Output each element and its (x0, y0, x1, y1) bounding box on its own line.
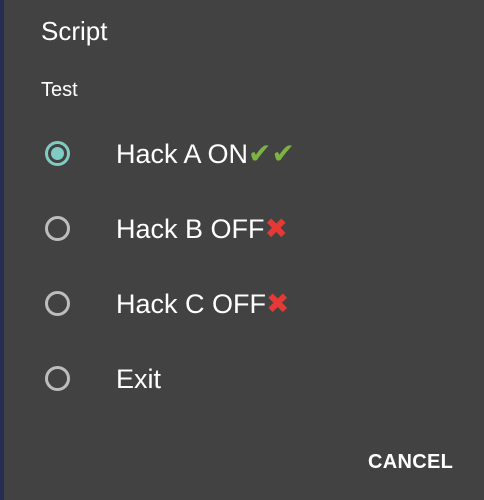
radio-dot (51, 147, 64, 160)
cross-icon: ✖ (264, 213, 288, 244)
option-label: Hack A ON✔✔ (116, 138, 295, 170)
script-dialog: Script Test Hack A ON✔✔ Hack B OFF✖ Hack… (4, 0, 484, 500)
double-check-icon: ✔✔ (248, 138, 295, 169)
option-text: Hack B OFF (116, 214, 265, 244)
option-exit[interactable]: Exit (4, 343, 484, 418)
option-hack-c[interactable]: Hack C OFF✖ (4, 268, 484, 343)
option-text: Hack C OFF (116, 289, 267, 319)
option-text: Exit (116, 364, 162, 394)
option-text: Hack A ON (116, 139, 249, 169)
radio-button-checked[interactable] (45, 141, 70, 166)
cross-icon: ✖ (266, 288, 290, 319)
option-label: Hack B OFF✖ (116, 213, 288, 245)
dialog-title: Script (41, 16, 108, 46)
radio-button[interactable] (45, 366, 70, 391)
radio-button[interactable] (45, 291, 70, 316)
radio-options-list: Hack A ON✔✔ Hack B OFF✖ Hack C OFF✖ Exit (4, 118, 484, 418)
option-label: Exit (116, 363, 161, 395)
cancel-button[interactable]: CANCEL (368, 450, 453, 474)
option-hack-a[interactable]: Hack A ON✔✔ (4, 118, 484, 193)
option-label: Hack C OFF✖ (116, 288, 289, 320)
radio-button[interactable] (45, 216, 70, 241)
option-hack-b[interactable]: Hack B OFF✖ (4, 193, 484, 268)
dialog-message: Test (41, 79, 78, 101)
